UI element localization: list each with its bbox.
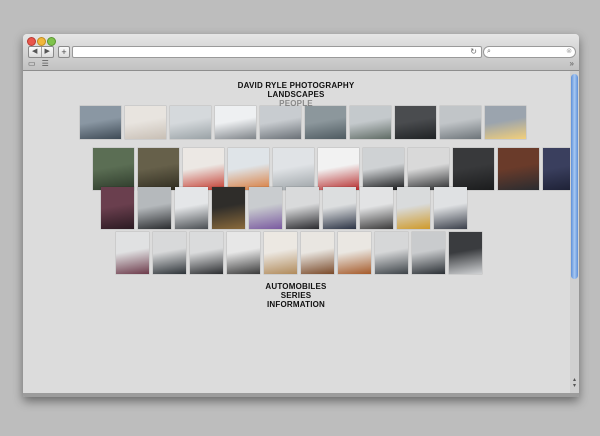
- photo-thumbnail[interactable]: [138, 148, 179, 190]
- nav-series[interactable]: SERIES: [23, 291, 569, 300]
- photo-thumbnail[interactable]: [397, 187, 430, 229]
- gallery-row-1: [80, 106, 526, 139]
- photo-thumbnail[interactable]: [170, 106, 211, 139]
- site-header: DAVID RYLE PHOTOGRAPHY LANDSCAPES PEOPLE: [23, 81, 569, 108]
- photo-thumbnail[interactable]: [498, 148, 539, 190]
- photo-thumbnail[interactable]: [80, 106, 121, 139]
- photo-thumbnail[interactable]: [101, 187, 134, 229]
- photo-thumbnail[interactable]: [138, 187, 171, 229]
- photo-thumbnail[interactable]: [190, 232, 223, 274]
- reading-list-icon[interactable]: ▭: [28, 59, 36, 68]
- bookmarks-menu-icon[interactable]: ☰: [42, 59, 49, 68]
- status-bar: [23, 393, 579, 397]
- photo-thumbnail[interactable]: [375, 232, 408, 274]
- scrollbar-thumb[interactable]: [571, 74, 578, 279]
- browser-toolbar: ◀ ▶ + ↻ ⌕ ⊗ ▭ ☰ »: [23, 34, 579, 71]
- back-button[interactable]: ◀: [29, 47, 42, 57]
- photo-thumbnail[interactable]: [227, 232, 260, 274]
- search-icon: ⌕: [487, 48, 491, 55]
- photo-thumbnail[interactable]: [350, 106, 391, 139]
- photo-thumbnail[interactable]: [301, 232, 334, 274]
- site-nav-bottom: AUTOMOBILES SERIES INFORMATION: [23, 282, 569, 309]
- add-tab-button[interactable]: +: [58, 46, 70, 58]
- photo-thumbnail[interactable]: [338, 232, 371, 274]
- photo-thumbnail[interactable]: [273, 148, 314, 190]
- site-title[interactable]: DAVID RYLE PHOTOGRAPHY: [23, 81, 569, 90]
- photo-thumbnail[interactable]: [286, 187, 319, 229]
- nav-information[interactable]: INFORMATION: [23, 300, 569, 309]
- minimize-window-button[interactable]: [37, 37, 46, 46]
- gallery-row-3: [101, 187, 467, 229]
- photo-thumbnail[interactable]: [260, 106, 301, 139]
- photo-thumbnail[interactable]: [323, 187, 356, 229]
- photo-thumbnail[interactable]: [412, 232, 445, 274]
- photo-thumbnail[interactable]: [485, 106, 526, 139]
- url-bar[interactable]: ↻: [72, 46, 482, 58]
- forward-button[interactable]: ▶: [42, 47, 54, 57]
- page-content: DAVID RYLE PHOTOGRAPHY LANDSCAPES PEOPLE…: [23, 71, 579, 393]
- zoom-window-button[interactable]: [47, 37, 56, 46]
- photo-thumbnail[interactable]: [449, 232, 482, 274]
- photo-thumbnail[interactable]: [264, 232, 297, 274]
- photo-thumbnail[interactable]: [212, 187, 245, 229]
- photo-thumbnail[interactable]: [363, 148, 404, 190]
- photo-thumbnail[interactable]: [215, 106, 256, 139]
- photo-thumbnail[interactable]: [453, 148, 494, 190]
- clear-search-icon[interactable]: ⊗: [566, 47, 572, 57]
- browser-window: ◀ ▶ + ↻ ⌕ ⊗ ▭ ☰ » DAVID RYLE PHOTOGRAPHY…: [23, 34, 579, 397]
- close-window-button[interactable]: [27, 37, 36, 46]
- gallery-row-4: [116, 232, 482, 274]
- photo-thumbnail[interactable]: [360, 187, 393, 229]
- photo-thumbnail[interactable]: [175, 187, 208, 229]
- scroll-arrows-icon[interactable]: ▴ ▾: [571, 377, 578, 389]
- photo-thumbnail[interactable]: [395, 106, 436, 139]
- photo-thumbnail[interactable]: [440, 106, 481, 139]
- photo-thumbnail[interactable]: [318, 148, 359, 190]
- photo-thumbnail[interactable]: [183, 148, 224, 190]
- back-forward-buttons: ◀ ▶: [28, 46, 54, 58]
- photo-thumbnail[interactable]: [153, 232, 186, 274]
- photo-thumbnail[interactable]: [93, 148, 134, 190]
- photo-thumbnail[interactable]: [434, 187, 467, 229]
- nav-automobiles[interactable]: AUTOMOBILES: [23, 282, 569, 291]
- more-bookmarks-icon[interactable]: »: [570, 59, 574, 68]
- bookmarks-bar: ▭ ☰: [28, 59, 49, 68]
- vertical-scrollbar[interactable]: ▴ ▾: [570, 71, 579, 393]
- photo-thumbnail[interactable]: [408, 148, 449, 190]
- photo-thumbnail[interactable]: [228, 148, 269, 190]
- gallery-row-2: [93, 148, 579, 190]
- photo-thumbnail[interactable]: [249, 187, 282, 229]
- reload-icon[interactable]: ↻: [470, 47, 477, 57]
- nav-landscapes[interactable]: LANDSCAPES: [23, 90, 569, 99]
- photo-thumbnail[interactable]: [116, 232, 149, 274]
- photo-thumbnail[interactable]: [305, 106, 346, 139]
- photo-thumbnail[interactable]: [125, 106, 166, 139]
- search-field[interactable]: ⌕ ⊗: [483, 46, 576, 58]
